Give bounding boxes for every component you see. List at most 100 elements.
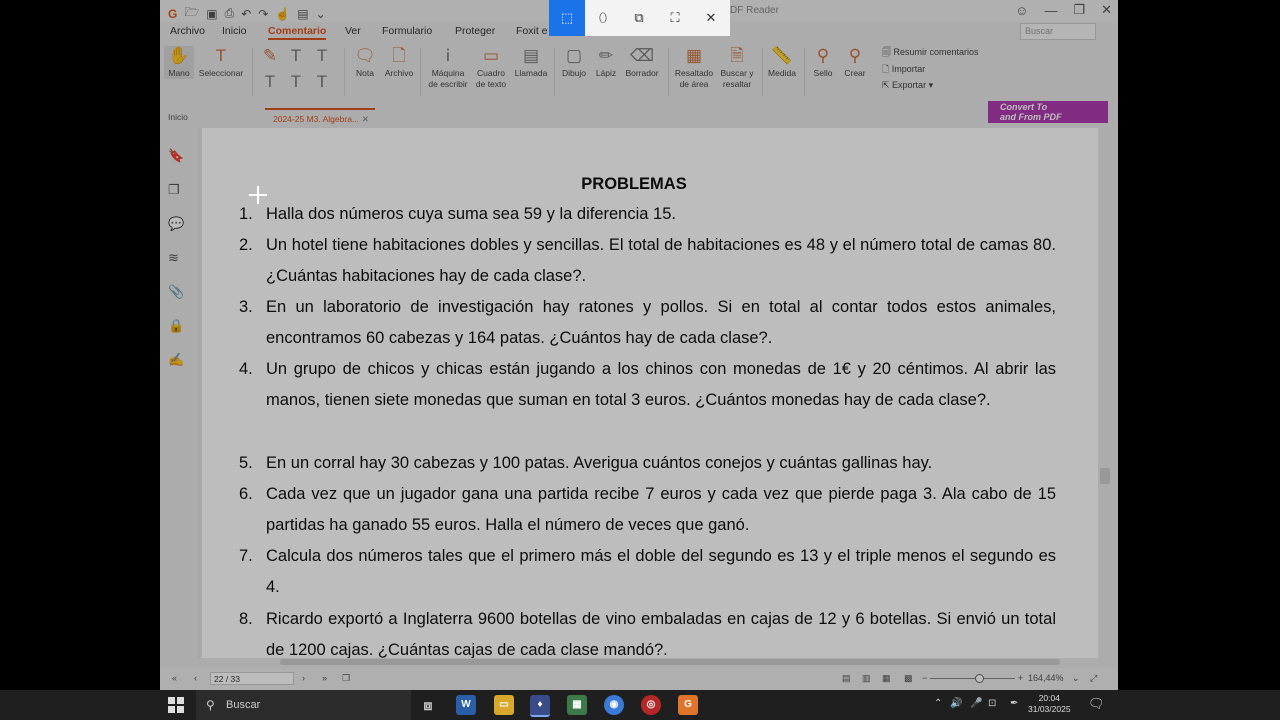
windows-start-icon[interactable] [168, 697, 184, 713]
page-number-input[interactable]: 22 / 33 [210, 672, 294, 685]
save-icon[interactable]: ▣ [206, 7, 217, 21]
media-app-icon[interactable]: ♦ [530, 695, 550, 717]
menu-inicio[interactable]: Inicio [222, 25, 247, 37]
textbox-button[interactable]: ▭ Cuadro de texto [472, 46, 510, 90]
pages-icon[interactable]: ❐ [168, 182, 180, 198]
notification-icon[interactable]: 🗨 [1088, 696, 1105, 712]
area-highlight-button[interactable]: ▦ Resaltado de área [672, 46, 716, 90]
menu-archivo[interactable]: Archivo [170, 25, 205, 37]
signature-icon[interactable]: ✍ [168, 352, 184, 368]
menu-proteger[interactable]: Proteger [455, 25, 495, 37]
open-folder-icon[interactable]: 🗁 [184, 3, 199, 24]
typewriter-button[interactable]: Ꭵ Máquina de escribir [426, 46, 470, 90]
zoom-slider-knob[interactable] [975, 674, 984, 683]
file-attachment-button[interactable]: 🗋 Archivo [382, 46, 416, 79]
redo-icon[interactable]: ↷ [258, 7, 268, 21]
page-copy-icon[interactable]: ❐ [342, 673, 350, 684]
file-explorer-icon[interactable]: ▭ [494, 695, 514, 715]
menu-foxit-e[interactable]: Foxit e [516, 25, 548, 37]
hand-tool-quick-icon[interactable]: ☝ [275, 7, 290, 21]
stamp-button[interactable]: ⚲ Sello [810, 46, 836, 79]
typewriter-label-1: Máquina [431, 68, 465, 78]
tab-inicio[interactable]: Inicio [160, 108, 260, 126]
speaker-icon[interactable]: 🔊 [950, 698, 962, 709]
continuous-view-icon[interactable]: ▥ [862, 673, 871, 684]
account-icon[interactable]: ☺ [1015, 3, 1028, 18]
zoom-level[interactable]: 164,44% [1028, 673, 1064, 683]
fullscreen-snip-button[interactable]: ⛶ [657, 0, 693, 36]
word-app-icon[interactable]: W [456, 695, 476, 715]
rectangle-snip-button[interactable]: ⬚ [549, 0, 585, 36]
measure-button[interactable]: 📏 Medida [766, 46, 798, 79]
menu-comentario[interactable]: Comentario [268, 25, 327, 40]
snip-close-button[interactable]: ✕ [693, 0, 729, 36]
pencil-button[interactable]: ✏ Lápiz [592, 46, 620, 79]
foxit-app-icon[interactable]: G [678, 695, 698, 715]
chrome-app-icon[interactable]: ◉ [604, 695, 624, 715]
attachment-icon[interactable]: 📎 [168, 284, 184, 300]
hand-tool-button[interactable]: ✋ Mano [164, 46, 194, 79]
window-snip-button[interactable]: ⧉ [621, 0, 657, 36]
insert-text-button[interactable]: T [286, 72, 306, 94]
bookmark-icon[interactable]: 🔖 [168, 148, 184, 164]
convert-pdf-banner[interactable]: Convert To and From PDF [988, 101, 1108, 123]
single-page-view-icon[interactable]: ▤ [842, 673, 851, 684]
undo-icon[interactable]: ↶ [241, 7, 251, 21]
eraser-button[interactable]: ⌫ Borrador [622, 46, 662, 79]
comments-icon[interactable]: 💬 [168, 216, 184, 232]
print-icon[interactable]: ⎙ [225, 6, 235, 21]
zoom-out-icon[interactable]: − [922, 673, 927, 683]
highlight-text-button[interactable]: ✎ [260, 46, 280, 68]
microphone-icon[interactable]: 🎤 [970, 698, 982, 709]
select-tool-button[interactable]: T Seleccionar [196, 46, 246, 79]
document-viewport[interactable]: PROBLEMAS 1. Halla dos números cuya suma … [198, 128, 1098, 658]
first-page-icon[interactable]: « [172, 673, 177, 683]
prev-page-icon[interactable]: ‹ [194, 673, 197, 683]
restore-button[interactable]: ❐ [1073, 2, 1085, 18]
zoom-dropdown-icon[interactable]: ⌄ [1072, 673, 1080, 684]
calculator-app-icon[interactable]: ▦ [567, 695, 587, 715]
task-view-icon[interactable]: ⧈ [418, 695, 438, 715]
zoom-in-icon[interactable]: + [1018, 673, 1023, 683]
menu-ver[interactable]: Ver [345, 25, 361, 37]
summarize-comments-button[interactable]: 🗐 Resumir comentarios [882, 44, 979, 61]
browser-app-icon[interactable]: ◎ [641, 695, 661, 715]
replace-text-button[interactable]: T [312, 72, 332, 94]
next-page-icon[interactable]: › [302, 673, 305, 683]
taskbar-search[interactable]: ⚲ Buscar [196, 690, 411, 720]
export-button[interactable]: ⇱ Exportar ▾ [882, 77, 979, 94]
search-highlight-button[interactable]: 🗎 Buscar y resaltar [718, 46, 756, 90]
tab-document[interactable]: 2024-25 M3. Algebra... ✕ [265, 108, 375, 126]
fullscreen-icon[interactable]: ⤢ [1090, 673, 1097, 684]
drawing-button[interactable]: ▢ Dibujo [558, 46, 590, 79]
zoom-slider-track[interactable] [930, 678, 1015, 679]
squiggly-text-button[interactable]: T [260, 72, 280, 94]
search-input[interactable]: Buscar [1020, 23, 1096, 40]
last-page-icon[interactable]: » [322, 673, 327, 683]
callout-button[interactable]: ▤ Llamada [512, 46, 550, 79]
minimize-button[interactable]: — [1044, 3, 1057, 18]
horizontal-scroll-thumb[interactable] [280, 659, 1060, 665]
customize-dropdown-icon[interactable]: ⌄ [316, 7, 326, 21]
menu-formulario[interactable]: Formulario [382, 25, 432, 37]
strikeout-text-button[interactable]: T [312, 46, 332, 68]
vertical-scrollbar[interactable] [1098, 128, 1112, 658]
taskbar-clock[interactable]: 20:04 31/03/2025 [1028, 693, 1071, 715]
create-stamp-button[interactable]: ⚲ Crear [840, 46, 870, 79]
network-icon[interactable]: ⊡ [988, 698, 996, 709]
underline-text-button[interactable]: T [286, 46, 306, 68]
note-button[interactable]: 🗨 Nota [350, 46, 380, 79]
close-button[interactable]: ✕ [1101, 2, 1112, 18]
security-lock-icon[interactable]: 🔒 [168, 318, 184, 334]
thumbnail-view-icon[interactable]: ▩ [904, 673, 913, 684]
tab-close-icon[interactable]: ✕ [362, 110, 369, 128]
export-icon[interactable]: ▤ [297, 7, 308, 21]
facing-view-icon[interactable]: ▦ [882, 673, 891, 684]
freeform-snip-button[interactable]: ⬯ [585, 0, 621, 36]
pen-icon[interactable]: ✒ [1010, 698, 1018, 709]
tray-chevron-icon[interactable]: ⌃ [934, 698, 942, 709]
horizontal-scrollbar[interactable] [200, 658, 1098, 666]
import-button[interactable]: 🗋 Importar [882, 61, 979, 78]
vertical-scroll-thumb[interactable] [1100, 468, 1110, 484]
layers-icon[interactable]: ≋ [168, 250, 179, 266]
